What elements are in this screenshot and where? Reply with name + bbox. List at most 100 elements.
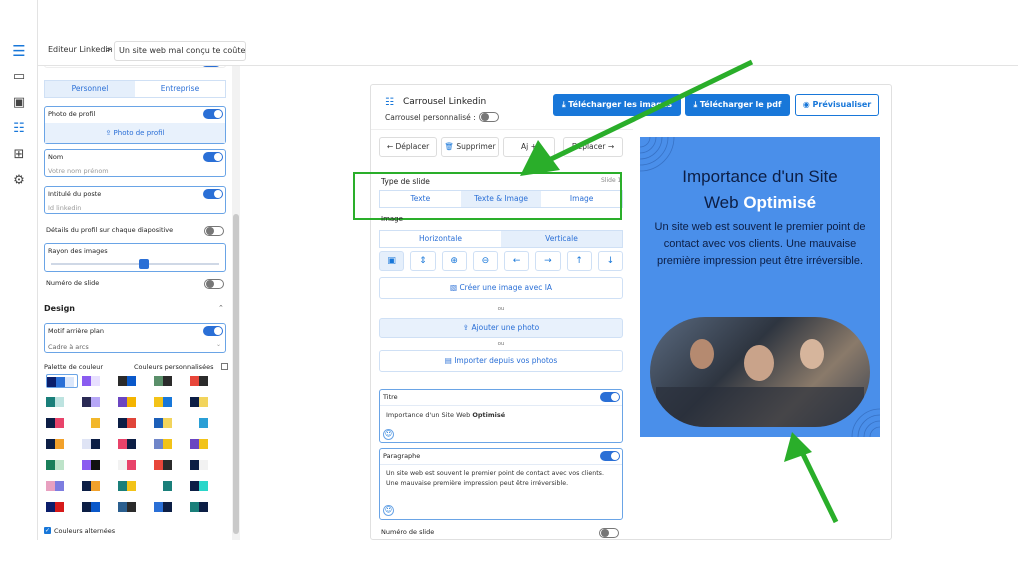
gear-icon[interactable]: ⚙ xyxy=(10,172,28,190)
slide-number-toggle[interactable] xyxy=(204,279,224,289)
photo-toggle[interactable] xyxy=(203,109,223,119)
palette-swatch[interactable] xyxy=(154,416,186,430)
palette-color xyxy=(127,418,136,428)
breadcrumb-root[interactable]: Editeur Linkedin xyxy=(48,45,113,54)
palette-swatch[interactable] xyxy=(46,374,78,388)
palette-swatch[interactable] xyxy=(82,437,114,451)
add-button[interactable]: Aj + xyxy=(503,137,555,157)
preview-button[interactable]: ◉ Prévisualiser xyxy=(795,94,879,116)
or-separator: ou xyxy=(497,306,505,312)
briefcase-icon[interactable]: ▣ xyxy=(10,94,28,112)
palette-swatch[interactable] xyxy=(154,395,186,409)
arrow-right-icon[interactable]: → xyxy=(535,251,561,271)
palette-swatch[interactable] xyxy=(82,479,114,493)
folder-icon[interactable]: ▭ xyxy=(10,68,28,86)
fit-icon[interactable]: ▣ xyxy=(379,251,405,271)
palette-swatch[interactable] xyxy=(190,437,222,451)
palette-swatch[interactable] xyxy=(46,500,78,514)
zoom-in-icon[interactable]: ⊕ xyxy=(441,251,467,271)
sliders-icon[interactable]: ☷ xyxy=(10,120,28,138)
download-pdf-button[interactable]: ⤓ Télécharger le pdf xyxy=(685,94,790,116)
name-toggle[interactable] xyxy=(203,152,223,162)
tab-personnel[interactable]: Personnel xyxy=(45,81,135,97)
palette-swatch[interactable] xyxy=(46,479,78,493)
move-right-button[interactable]: Déplacer → xyxy=(563,137,623,157)
palette-swatch[interactable] xyxy=(154,500,186,514)
palette-swatch[interactable] xyxy=(154,479,186,493)
palette-swatch[interactable] xyxy=(46,437,78,451)
slide-preview[interactable]: Importance d'un Site Web Optimisé Un sit… xyxy=(640,137,880,437)
add-photo-button[interactable]: ⇪ Ajouter une photo xyxy=(379,318,623,338)
palette-swatch[interactable] xyxy=(82,416,114,430)
title-toggle[interactable] xyxy=(600,392,620,402)
paragraph-toggle[interactable] xyxy=(600,451,620,461)
palette-swatch[interactable] xyxy=(118,437,150,451)
scrollbar-thumb[interactable] xyxy=(233,214,239,534)
palette-swatch[interactable] xyxy=(190,416,222,430)
palette-swatch[interactable] xyxy=(190,374,222,388)
breadcrumb-current[interactable]: Un site web mal conçu te coûte c xyxy=(114,41,246,61)
palette-swatch[interactable] xyxy=(82,395,114,409)
palette-swatch[interactable] xyxy=(46,395,78,409)
palette-swatch[interactable] xyxy=(118,479,150,493)
palette-swatch[interactable] xyxy=(190,479,222,493)
palette-swatch[interactable] xyxy=(118,458,150,472)
palette-color xyxy=(118,397,127,407)
palette-swatch[interactable] xyxy=(190,500,222,514)
palette-swatch[interactable] xyxy=(118,374,150,388)
sliders-icon: ☷ xyxy=(385,97,394,108)
palette-color xyxy=(91,439,100,449)
palette-swatch[interactable] xyxy=(118,416,150,430)
palette-swatch[interactable] xyxy=(118,500,150,514)
job-input[interactable]: Id linkedin xyxy=(48,204,81,212)
chevron-up-icon[interactable]: ⌃ xyxy=(218,304,224,312)
name-input[interactable]: Votre nom prénom xyxy=(48,167,109,175)
arrow-up-icon[interactable]: ↑ xyxy=(566,251,592,271)
arrow-down-icon[interactable]: ↓ xyxy=(597,251,623,271)
menu-icon[interactable]: ☰ xyxy=(10,42,28,60)
paragraph-input[interactable]: Un site web est souvent le premier point… xyxy=(386,469,616,489)
radius-slider-track[interactable] xyxy=(51,263,219,265)
palette-swatch[interactable] xyxy=(190,395,222,409)
palette-swatch[interactable] xyxy=(154,437,186,451)
details-toggle[interactable] xyxy=(204,226,224,236)
download-images-button[interactable]: ⤓ Télécharger les images xyxy=(553,94,681,116)
motif-toggle[interactable] xyxy=(203,326,223,336)
radius-slider-handle[interactable] xyxy=(139,259,149,269)
orientation-vertical[interactable]: Verticale xyxy=(501,231,622,247)
custom-carousel-toggle[interactable] xyxy=(479,112,499,122)
palette-swatch[interactable] xyxy=(82,374,114,388)
palette-swatch[interactable] xyxy=(118,395,150,409)
create-ai-image-button[interactable]: ▧ Créer une image avec IA xyxy=(379,277,623,299)
center-vertical-icon[interactable]: ⇕ xyxy=(410,251,436,271)
palette-swatch[interactable] xyxy=(154,458,186,472)
delete-button[interactable]: 🗑 Supprimer xyxy=(441,137,499,157)
add-box-icon[interactable]: ⊞ xyxy=(10,146,28,164)
palette-swatch[interactable] xyxy=(46,416,78,430)
palette-swatch[interactable] xyxy=(190,458,222,472)
clipped-toggle[interactable] xyxy=(201,66,221,67)
palette-swatch[interactable] xyxy=(82,500,114,514)
photo-upload-button[interactable]: ⇪ Photo de profil xyxy=(45,123,225,143)
title-input[interactable]: Importance d'un Site Web Optimisé xyxy=(386,411,505,419)
alternate-colors-checkbox[interactable]: ✓ xyxy=(44,527,51,534)
slide-number-toggle[interactable] xyxy=(599,528,619,538)
orientation-horizontal[interactable]: Horizontale xyxy=(380,231,501,247)
emoji-icon[interactable]: ☺ xyxy=(383,429,394,440)
palette-swatch[interactable] xyxy=(154,374,186,388)
panel-scrollbar[interactable] xyxy=(232,66,240,540)
move-left-button[interactable]: ← Déplacer xyxy=(379,137,437,157)
palette-color xyxy=(154,481,163,491)
motif-select[interactable]: Cadre à arcs xyxy=(48,343,89,351)
custom-colors-checkbox[interactable] xyxy=(221,363,228,370)
arrow-left-icon[interactable]: ← xyxy=(504,251,530,271)
tab-entreprise[interactable]: Entreprise xyxy=(135,81,225,97)
palette-swatch[interactable] xyxy=(82,458,114,472)
palette-color xyxy=(82,418,91,428)
job-toggle[interactable] xyxy=(203,189,223,199)
palette-swatch[interactable] xyxy=(46,458,78,472)
zoom-out-icon[interactable]: ⊖ xyxy=(472,251,498,271)
emoji-icon[interactable]: ☺ xyxy=(383,505,394,516)
import-photos-button[interactable]: ▤ Importer depuis vos photos xyxy=(379,350,623,372)
title-box: Titre Importance d'un Site Web Optimisé … xyxy=(379,389,623,443)
